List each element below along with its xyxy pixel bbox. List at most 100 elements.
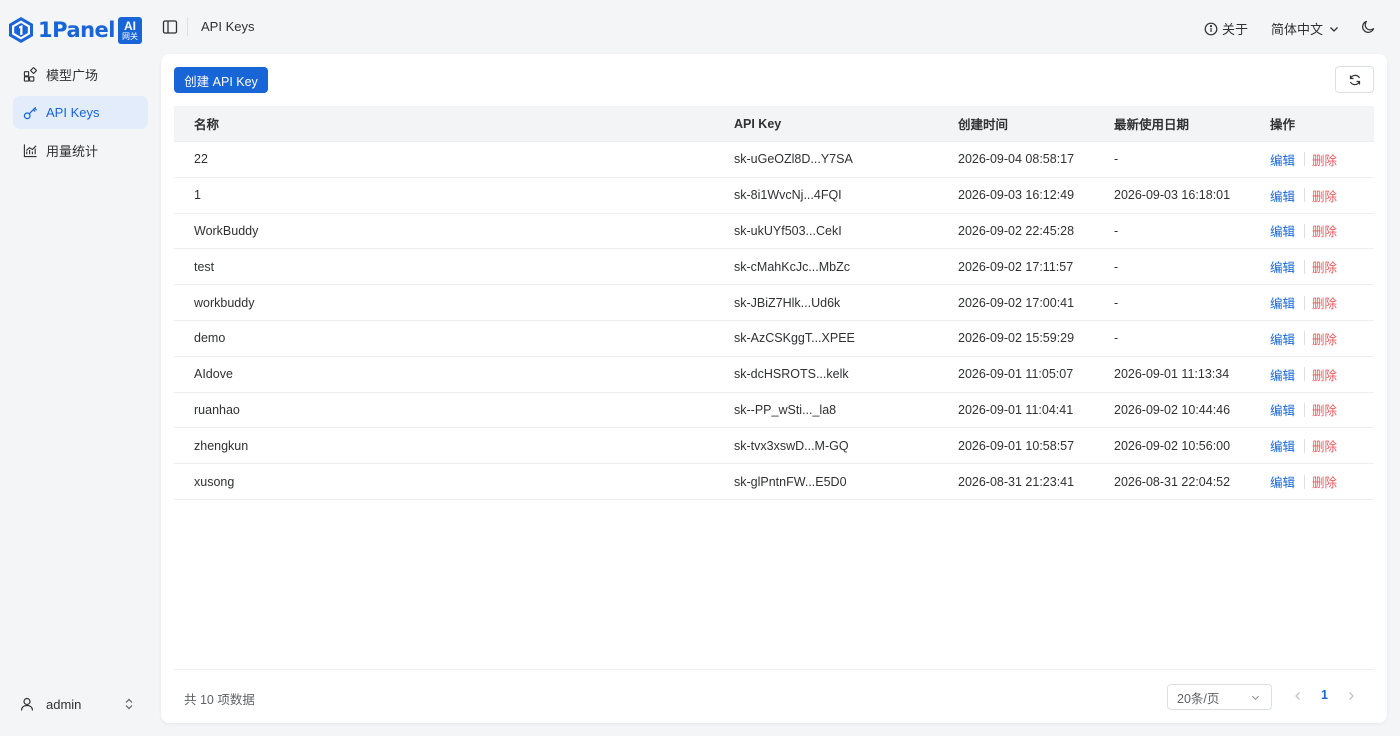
edit-button[interactable]: 编辑 (1270, 329, 1295, 348)
cell-actions: 编辑 删除 (1270, 329, 1374, 348)
app: 1Panel AI 网关 模型广场 API Keys 用量统计 admin AP… (0, 0, 1400, 736)
edit-button[interactable]: 编辑 (1270, 436, 1295, 455)
language-select[interactable]: 简体中文 (1271, 19, 1340, 38)
cell-actions: 编辑 删除 (1270, 472, 1374, 491)
cell-api-key: sk-8i1WvcNj...4FQI (734, 188, 842, 203)
header-divider (187, 17, 188, 36)
edit-button[interactable]: 编辑 (1270, 150, 1295, 169)
language-label: 简体中文 (1271, 22, 1324, 37)
refresh-button[interactable] (1335, 66, 1374, 93)
cell-created: 2026-09-02 17:11:57 (958, 259, 1074, 274)
cell-api-key: sk-ukUYf503...CekI (734, 223, 842, 238)
table-row: xusong sk-glPntnFW...E5D0 2026-08-31 21:23… (174, 464, 1374, 500)
sidebar-item-model-square[interactable]: 模型广场 (13, 58, 148, 91)
cell-name: xusong (194, 474, 235, 489)
brand-badge-gateway: 网关 (122, 31, 139, 41)
about-button[interactable]: 关于 (1204, 19, 1248, 38)
sidebar-item-api-keys[interactable]: API Keys (13, 96, 148, 129)
edit-button[interactable]: 编辑 (1270, 365, 1295, 384)
top-header: API Keys 关于 简体中文 (161, 0, 1400, 54)
brand-badge: AI 网关 (118, 16, 143, 44)
cell-actions: 编辑 删除 (1270, 221, 1374, 240)
cell-created: 2026-09-02 17:00:41 (958, 295, 1075, 310)
cell-last-used: 2026-09-01 11:13:34 (1114, 367, 1230, 382)
sidebar-toggle-icon[interactable] (162, 19, 178, 35)
cell-name: 1 (194, 188, 201, 203)
table-header: 名称 API Key 创建时间 最新使用日期 操作 (174, 106, 1374, 142)
cell-actions: 编辑 删除 (1270, 150, 1374, 169)
cell-last-used: - (1114, 152, 1119, 167)
sidebar-nav: 模型广场 API Keys 用量统计 (13, 58, 148, 172)
cell-name: ruanhao (194, 402, 240, 417)
cell-created: 2026-09-02 15:59:29 (958, 331, 1075, 346)
delete-button[interactable]: 删除 (1312, 472, 1337, 491)
cell-api-key: sk-glPntnFW...E5D0 (734, 474, 847, 489)
delete-button[interactable]: 删除 (1312, 150, 1337, 169)
action-divider (1304, 474, 1306, 489)
brand-name: 1Panel (38, 18, 116, 42)
cell-last-used: 2026-09-03 16:18:01 (1114, 188, 1231, 203)
cell-actions: 编辑 删除 (1270, 400, 1374, 419)
table-row: WorkBuddy sk-ukUYf503...CekI 2026-09-02 22… (174, 214, 1374, 250)
sidebar: 1Panel AI 网关 模型广场 API Keys 用量统计 admin (0, 0, 161, 736)
next-page-icon[interactable] (1345, 690, 1357, 702)
edit-button[interactable]: 编辑 (1270, 257, 1295, 276)
user-icon (20, 697, 34, 711)
refresh-icon (1349, 74, 1360, 85)
cell-api-key: sk-dcHSROTS...kelk (734, 367, 849, 382)
cell-created: 2026-09-01 11:04:41 (958, 402, 1074, 417)
cell-last-used: - (1114, 295, 1119, 310)
table-row: ruanhao sk--PP_wSti..._la8 2026-09-01 11:0… (174, 393, 1374, 429)
user-name: admin (46, 696, 82, 712)
create-api-key-button[interactable]: 创建 API Key (174, 67, 268, 93)
sidebar-item-label: API Keys (46, 105, 100, 120)
cell-created: 2026-09-01 10:58:57 (958, 438, 1075, 453)
total-count: 共 10 项数据 (184, 693, 255, 707)
page-size-select[interactable]: 20条/页 (1167, 684, 1272, 710)
cell-last-used: 2026-09-02 10:56:00 (1114, 438, 1231, 453)
cell-created: 2026-09-02 22:45:28 (958, 223, 1075, 238)
chevron-down-icon (1251, 695, 1260, 701)
cell-api-key: sk-tvx3xswD...M-GQ (734, 438, 849, 453)
cell-created: 2026-09-04 08:58:17 (958, 152, 1075, 167)
delete-button[interactable]: 删除 (1312, 293, 1337, 312)
cell-last-used: - (1114, 223, 1119, 238)
action-divider (1304, 295, 1306, 310)
chevron-up-down-icon (125, 698, 133, 710)
delete-button[interactable]: 删除 (1312, 329, 1337, 348)
table-body: 22 sk-uGeOZl8D...Y7SA 2026-09-04 08:58:17 -… (174, 142, 1374, 500)
action-divider (1304, 152, 1306, 167)
delete-button[interactable]: 删除 (1312, 436, 1337, 455)
chevron-down-icon (1328, 23, 1340, 35)
edit-button[interactable]: 编辑 (1270, 293, 1295, 312)
table-row: test sk-cMahKcJc...MbZc 2026-09-02 17:11:5… (174, 249, 1374, 286)
cell-actions: 编辑 删除 (1270, 436, 1374, 455)
cell-actions: 编辑 删除 (1270, 293, 1374, 312)
moon-icon[interactable] (1361, 19, 1376, 34)
edit-button[interactable]: 编辑 (1270, 400, 1295, 419)
edit-button[interactable]: 编辑 (1270, 472, 1295, 491)
column-header-actions: 操作 (1270, 118, 1296, 132)
cell-actions: 编辑 删除 (1270, 257, 1374, 276)
cell-name: 22 (194, 152, 208, 167)
prev-page-icon[interactable] (1292, 690, 1304, 702)
action-divider (1304, 438, 1306, 453)
edit-button[interactable]: 编辑 (1270, 221, 1295, 240)
brand-badge-ai: AI (124, 18, 137, 33)
logo[interactable]: 1Panel AI 网关 (8, 12, 143, 48)
user-menu[interactable]: admin (13, 689, 148, 719)
column-header-created: 创建时间 (958, 118, 1009, 132)
delete-button[interactable]: 删除 (1312, 400, 1337, 419)
delete-button[interactable]: 删除 (1312, 257, 1337, 276)
action-divider (1304, 367, 1306, 382)
action-divider (1304, 223, 1306, 238)
delete-button[interactable]: 删除 (1312, 221, 1337, 240)
edit-button[interactable]: 编辑 (1270, 186, 1295, 205)
page-number-current[interactable]: 1 (1321, 688, 1328, 702)
delete-button[interactable]: 删除 (1312, 365, 1337, 384)
footer-divider (174, 669, 1374, 670)
sidebar-item-usage-stats[interactable]: 用量统计 (13, 134, 148, 167)
delete-button[interactable]: 删除 (1312, 186, 1337, 205)
key-icon (23, 105, 38, 120)
cell-created: 2026-08-31 21:23:41 (958, 474, 1075, 489)
